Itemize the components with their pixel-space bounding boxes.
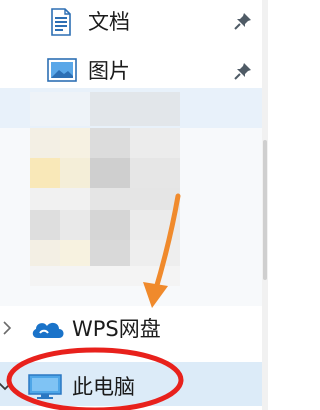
navigation-pane: 文档 图片 WPS网盘 此电脑	[0, 0, 268, 410]
pixelated-hidden-items	[0, 88, 262, 306]
nav-item-label: 文档	[88, 10, 130, 34]
scrollbar-thumb[interactable]	[263, 140, 267, 280]
nav-item-label: 此电脑	[72, 375, 135, 399]
pin-icon[interactable]	[234, 12, 252, 30]
chevron-right-icon[interactable]	[2, 320, 12, 339]
pin-icon[interactable]	[234, 62, 252, 80]
document-icon	[49, 8, 73, 40]
nav-item-label: 图片	[88, 59, 130, 83]
monitor-icon	[28, 374, 62, 404]
cloud-icon	[30, 318, 66, 344]
pictures-icon	[47, 58, 77, 86]
nav-item-this-pc[interactable]: 此电脑	[0, 362, 262, 406]
nav-item-pictures[interactable]: 图片	[0, 52, 262, 88]
nav-item-documents[interactable]: 文档	[0, 4, 262, 40]
nav-item-wps-drive[interactable]: WPS网盘	[0, 310, 262, 346]
vertical-scrollbar[interactable]	[262, 0, 268, 410]
nav-item-label: WPS网盘	[72, 317, 161, 341]
chevron-down-icon[interactable]	[0, 376, 12, 395]
